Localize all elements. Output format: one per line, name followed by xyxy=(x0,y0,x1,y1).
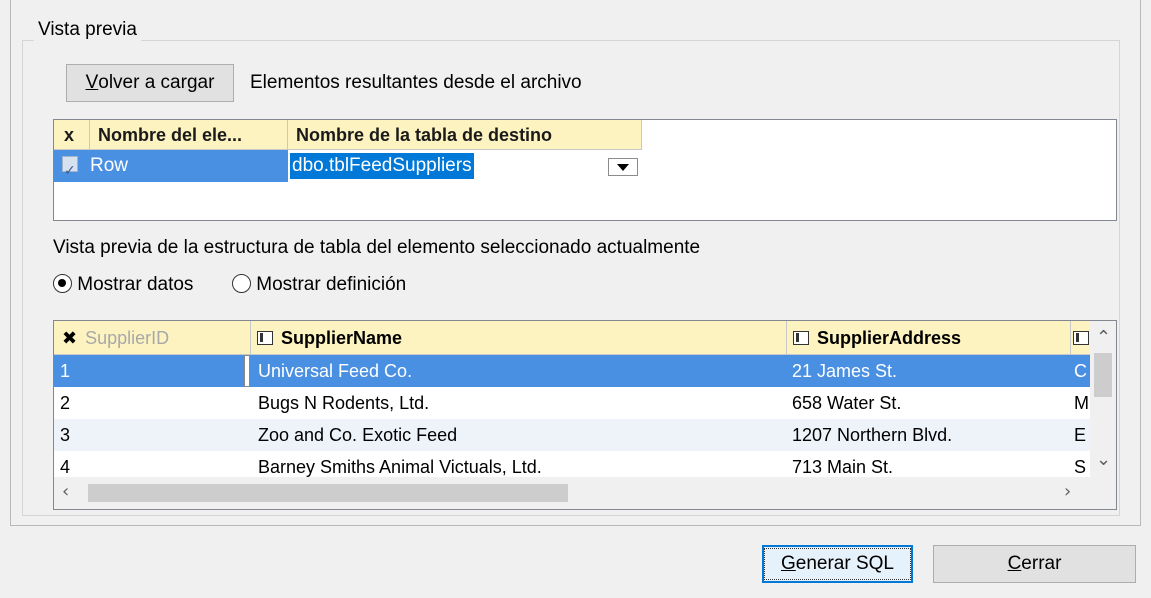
element-name: Row xyxy=(90,155,129,176)
column-icon xyxy=(1073,330,1089,345)
scroll-down-icon[interactable]: ⌄ xyxy=(1096,449,1111,470)
reload-button[interactable]: Volver a cargar xyxy=(66,64,234,102)
cell-next[interactable]: M xyxy=(1070,387,1091,419)
close-label: errar xyxy=(1021,553,1062,574)
cell-id[interactable]: 3 xyxy=(54,419,244,451)
radio-show-data[interactable]: Mostrar datos xyxy=(53,273,194,296)
header-check[interactable]: x xyxy=(54,120,90,150)
radio-show-data-label: Mostrar datos xyxy=(77,274,194,295)
data-preview-grid[interactable]: ✖ SupplierID SupplierName SupplierAddress… xyxy=(53,320,1117,510)
target-table-value[interactable]: dbo.tblFeedSuppliers xyxy=(290,153,474,179)
reload-mnemonic: V xyxy=(85,72,99,93)
table-row[interactable]: 3 Zoo and Co. Exotic Feed 1207 Northern … xyxy=(54,419,1091,451)
cell-name[interactable]: Universal Feed Co. xyxy=(250,355,786,387)
checkbox-checked-icon[interactable] xyxy=(62,154,78,186)
cell-name[interactable]: Bugs N Rodents, Ltd. xyxy=(250,387,786,419)
table-row[interactable]: 2 Bugs N Rodents, Ltd. 658 Water St. M xyxy=(54,387,1091,419)
generate-sql-button[interactable]: Generar SQL xyxy=(762,545,913,583)
scroll-left-icon[interactable]: ‹ xyxy=(62,481,69,502)
generate-mnemonic: G xyxy=(781,553,796,574)
horizontal-scroll-thumb[interactable] xyxy=(88,484,568,502)
elements-grid[interactable]: x Nombre del ele... Nombre de la tabla d… xyxy=(53,119,1117,221)
radio-on-icon[interactable] xyxy=(53,273,72,293)
column-icon xyxy=(793,330,809,345)
radio-show-definition-label: Mostrar definición xyxy=(256,274,407,295)
chevron-down-icon[interactable] xyxy=(608,158,638,176)
vertical-scrollbar[interactable]: ⌃ ⌄ xyxy=(1090,321,1116,477)
element-row[interactable]: Row xyxy=(54,150,288,186)
target-table-combo[interactable]: dbo.tblFeedSuppliers xyxy=(290,150,644,182)
cross-icon: ✖ xyxy=(62,328,78,348)
radio-show-definition[interactable]: Mostrar definición xyxy=(232,273,407,296)
close-mnemonic: C xyxy=(1007,553,1022,574)
reload-label: olver a cargar xyxy=(98,72,215,93)
group-title: Vista previa xyxy=(34,19,141,41)
horizontal-scrollbar[interactable]: ‹ › xyxy=(54,477,1116,509)
scroll-right-icon[interactable]: › xyxy=(1064,481,1071,502)
close-button[interactable]: Cerrar xyxy=(933,545,1136,583)
cell-address[interactable]: 658 Water St. xyxy=(786,387,1070,419)
col-supplier-address-label: SupplierAddress xyxy=(817,328,962,348)
vertical-scroll-thumb[interactable] xyxy=(1094,353,1112,397)
cell-address[interactable]: 21 James St. xyxy=(786,355,1070,387)
source-label: Elementos resultantes desde el archivo xyxy=(250,72,582,93)
cell-id[interactable]: 1 xyxy=(54,355,244,387)
column-icon xyxy=(257,330,273,345)
data-grid-header: ✖ SupplierID SupplierName SupplierAddress xyxy=(54,321,1091,355)
generate-label: enerar SQL xyxy=(795,553,895,574)
col-supplier-name-label: SupplierName xyxy=(281,328,403,348)
col-supplier-name[interactable]: SupplierName xyxy=(250,321,786,355)
col-supplier-id-label: SupplierID xyxy=(85,328,170,348)
cell-name[interactable]: Zoo and Co. Exotic Feed xyxy=(250,419,786,451)
cell-id[interactable]: 2 xyxy=(54,387,244,419)
preview-label: Vista previa de la estructura de tabla d… xyxy=(53,237,701,258)
cell-next[interactable]: C xyxy=(1070,355,1091,387)
radio-off-icon[interactable] xyxy=(232,273,251,293)
cell-address[interactable]: 1207 Northern Blvd. xyxy=(786,419,1070,451)
col-next[interactable] xyxy=(1070,321,1090,355)
cell-next[interactable]: E xyxy=(1070,419,1091,451)
header-element-name[interactable]: Nombre del ele... xyxy=(90,120,288,150)
header-target-table[interactable]: Nombre de la tabla de destino xyxy=(288,120,642,150)
col-supplier-id[interactable]: ✖ SupplierID xyxy=(62,321,248,355)
table-row[interactable]: 1 Universal Feed Co. 21 James St. C xyxy=(54,355,1091,387)
col-supplier-address[interactable]: SupplierAddress xyxy=(786,321,1070,355)
scroll-up-icon[interactable]: ⌃ xyxy=(1096,327,1111,348)
